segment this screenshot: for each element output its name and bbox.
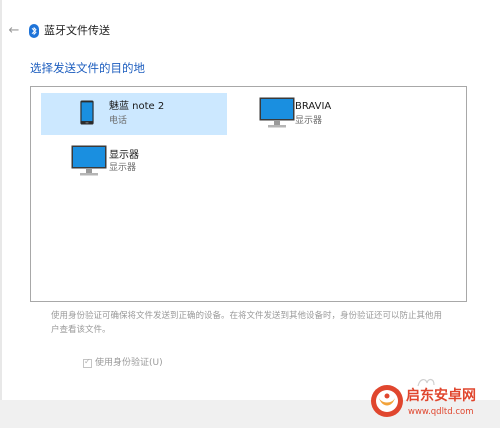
bluetooth-icon [29, 24, 39, 38]
auth-checkbox-label: 使用身份验证(U) [95, 358, 163, 368]
watermark-logo-icon [371, 385, 403, 417]
watermark-name: 启东安卓网 [406, 388, 476, 404]
back-arrow-icon: ← [8, 23, 20, 38]
title-bar: ← 蓝牙文件传送 [0, 18, 500, 46]
device-type: 电话 [109, 116, 128, 126]
device-name: 魅蓝 note 2 [109, 101, 165, 112]
device-type: 显示器 [109, 163, 137, 173]
window-left-edge [0, 0, 2, 428]
device-item-meilan-note-2[interactable]: 魅蓝 note 2 电话 [41, 93, 227, 135]
site-watermark: 启东安卓网 www.qdltd.com [370, 378, 500, 428]
monitor-icon [71, 145, 107, 176]
device-type: 显示器 [295, 116, 323, 126]
checkmark-icon: ✓ [84, 356, 91, 366]
swirl-icon [417, 378, 435, 387]
checkbox-box[interactable]: ✓ [83, 356, 92, 368]
watermark-url: www.qdltd.com [408, 407, 474, 417]
device-list: 魅蓝 note 2 电话 BRAVIA 显示器 显示器 显示器 [30, 86, 467, 302]
back-button[interactable]: ← [6, 22, 22, 40]
auth-checkbox[interactable]: ✓ 使用身份验证(U) [83, 356, 163, 370]
page-heading: 选择发送文件的目的地 [30, 61, 145, 75]
device-item-bravia[interactable]: BRAVIA 显示器 [253, 93, 439, 135]
monitor-icon [259, 97, 295, 128]
auth-info-text: 使用身份验证可确保将文件发送到正确的设备。在将文件发送到其他设备时，身份验证还可… [51, 311, 443, 335]
phone-icon [80, 100, 94, 125]
device-name: BRAVIA [295, 101, 332, 112]
device-item-display[interactable]: 显示器 显示器 [41, 145, 227, 187]
device-name: 显示器 [109, 150, 139, 161]
window-title: 蓝牙文件传送 [44, 24, 110, 37]
